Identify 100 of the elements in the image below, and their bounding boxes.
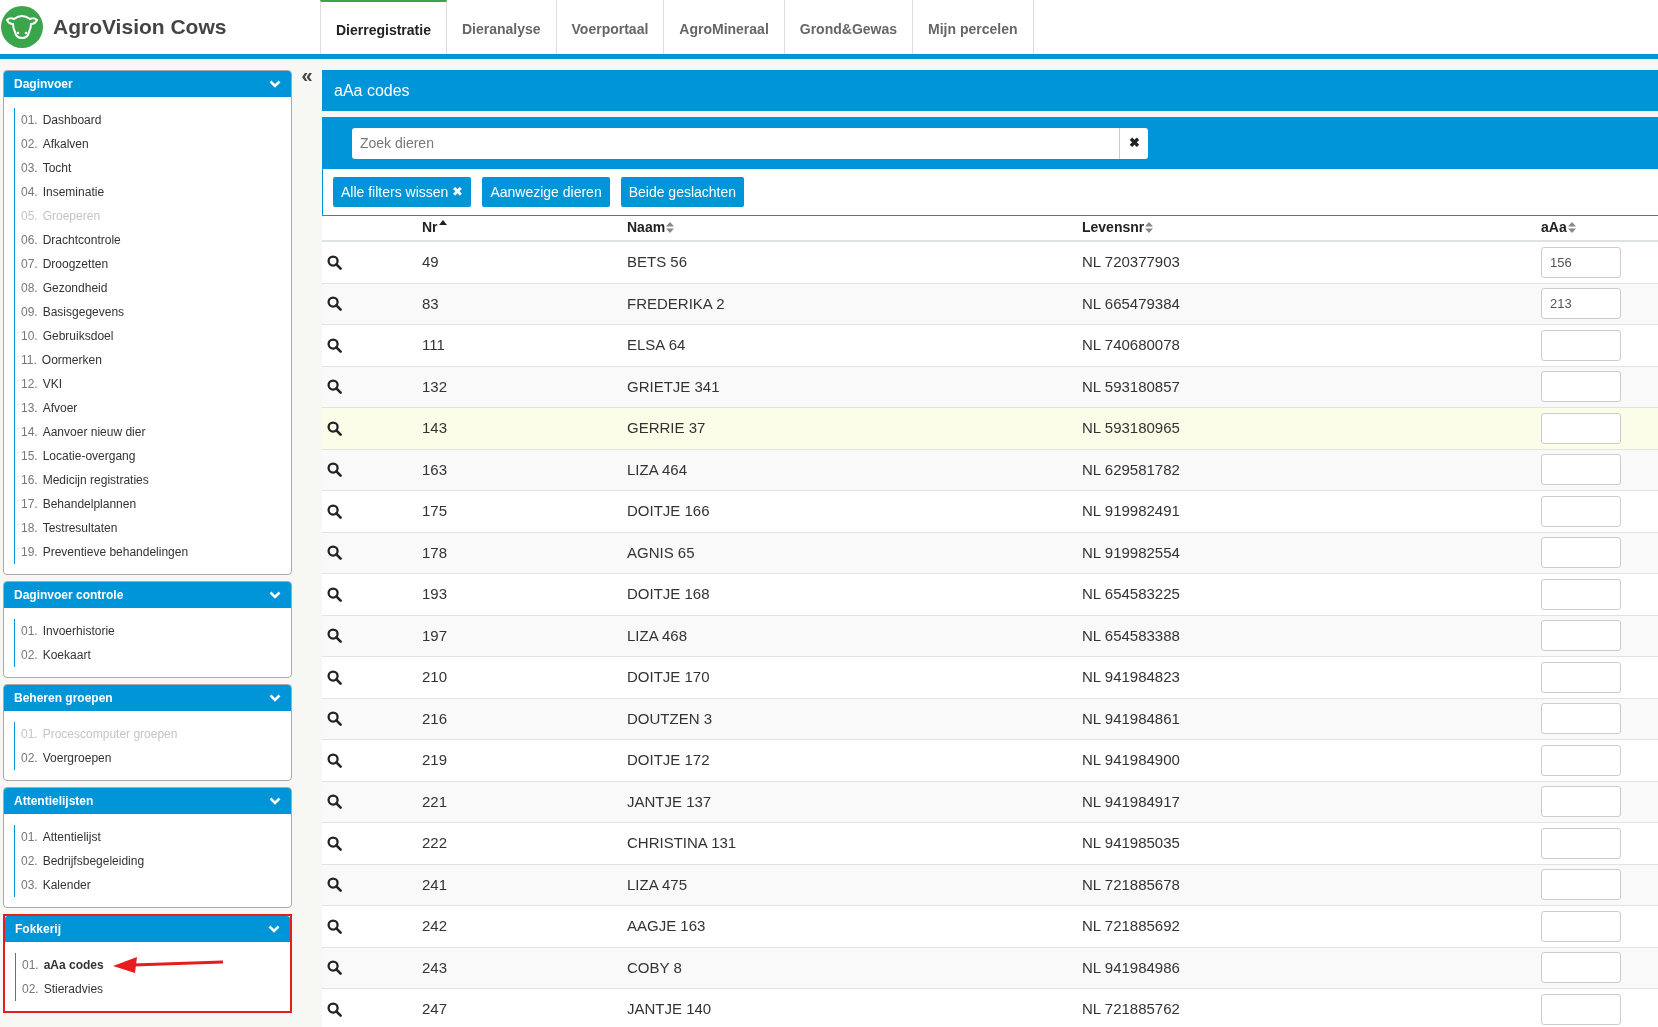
menu-link[interactable]: 02. Stieradvies: [22, 977, 104, 1001]
aaa-input[interactable]: [1541, 412, 1621, 444]
menu-link[interactable]: 02. Voergroepen: [21, 746, 112, 770]
search-icon[interactable]: [327, 711, 342, 727]
table-cell-text: LIZA 468: [627, 625, 688, 646]
table-row[interactable]: 243 COBY 8 NL 941984986: [322, 947, 1658, 989]
search-icon[interactable]: [327, 877, 342, 893]
search-icon[interactable]: [327, 1001, 342, 1017]
table-row[interactable]: 241 LIZA 475 NL 721885678: [322, 864, 1658, 906]
chevron-down-icon[interactable]: [269, 693, 281, 703]
table-row[interactable]: 132 GRIETJE 341 NL 593180857: [322, 366, 1658, 408]
menu-link[interactable]: 19. Preventieve behandelingen: [21, 540, 189, 564]
table-cell-text: 222: [422, 833, 448, 853]
search-icon[interactable]: [327, 420, 342, 436]
aaa-input[interactable]: [1541, 620, 1621, 652]
chevron-down-icon[interactable]: [268, 924, 280, 934]
search-icon[interactable]: [327, 337, 342, 353]
menu-link[interactable]: 17. Behandelplannen: [21, 492, 137, 516]
menu-link[interactable]: 08. Gezondheid: [21, 276, 108, 300]
menu-link[interactable]: 13. Afvoer: [21, 396, 78, 420]
aaa-input[interactable]: [1541, 495, 1621, 527]
menu-link[interactable]: 01. Attentielijst: [21, 825, 101, 849]
aaa-input[interactable]: [1541, 371, 1621, 403]
menu-link[interactable]: 18. Testresultaten: [21, 516, 118, 540]
menu-link[interactable]: 03. Kalender: [21, 873, 91, 897]
table-cell-text: DOITJE 166: [627, 501, 710, 521]
table-cell-text: NL 941984917: [1082, 791, 1180, 812]
table-cell-text: GERRIE 37: [627, 418, 706, 438]
menu-link[interactable]: 01. Invoerhistorie: [21, 619, 115, 643]
search-icon[interactable]: [327, 918, 342, 934]
column-header[interactable]: Levensnr: [1082, 217, 1541, 240]
aaa-input[interactable]: [1541, 827, 1621, 859]
table-row[interactable]: 221 JANTJE 137 NL 941984917: [322, 781, 1658, 823]
column-header[interactable]: aAa: [1541, 217, 1658, 240]
aaa-input[interactable]: [1541, 952, 1621, 984]
menu-link[interactable]: 07. Droogzetten: [21, 252, 109, 276]
table-cell-text: NL 654583225: [1082, 584, 1180, 604]
menu-link[interactable]: 12. VKI: [21, 372, 63, 396]
aaa-input[interactable]: [1541, 993, 1621, 1025]
search-icon[interactable]: [327, 254, 342, 270]
menu-link[interactable]: 02. Bedrijfsbegeleiding: [21, 849, 145, 873]
menu-link[interactable]: 02. Koekaart: [21, 643, 91, 667]
search-icon[interactable]: [327, 503, 342, 519]
table-row[interactable]: 216 DOUTZEN 3 NL 941984861: [322, 698, 1658, 740]
table-row[interactable]: 83 FREDERIKA 2 NL 665479384 213: [322, 283, 1658, 325]
menu-link[interactable]: 10. Gebruiksdoel: [21, 324, 114, 348]
search-icon[interactable]: [327, 794, 342, 810]
menu-link[interactable]: 09. Basisgegevens: [21, 300, 125, 324]
search-icon[interactable]: [327, 752, 342, 768]
search-field[interactable]: Zoek dieren: [352, 127, 1119, 159]
menu-link[interactable]: 02. Afkalven: [21, 132, 89, 156]
aaa-input[interactable]: [1541, 661, 1621, 693]
aaa-input[interactable]: [1541, 703, 1621, 735]
clear-search-button[interactable]: ✖: [1119, 127, 1148, 159]
search-icon[interactable]: [327, 462, 342, 478]
menu-link[interactable]: 01. Dashboard: [21, 108, 102, 132]
table-cell-text: NL 593180857: [1082, 376, 1180, 397]
table-row[interactable]: 178 AGNIS 65 NL 919982554: [322, 532, 1658, 574]
aaa-input[interactable]: [1541, 329, 1621, 361]
menu-link[interactable]: 06. Drachtcontrole: [21, 228, 121, 252]
table-cell-text: NL 721885678: [1082, 874, 1180, 895]
menu-link[interactable]: 14. Aanvoer nieuw dier: [21, 420, 146, 444]
aaa-input[interactable]: 213: [1541, 288, 1621, 320]
table-row[interactable]: 143 GERRIE 37 NL 593180965: [322, 408, 1658, 450]
table-cell-text: 197: [422, 625, 448, 646]
chevron-down-icon[interactable]: [269, 590, 281, 600]
search-icon[interactable]: [327, 586, 342, 602]
collapse-button[interactable]: «: [301, 65, 313, 83]
search-icon[interactable]: [327, 379, 342, 395]
aaa-input[interactable]: [1541, 744, 1621, 776]
search-icon[interactable]: [327, 296, 342, 312]
search-icon[interactable]: [327, 628, 342, 644]
menu-link[interactable]: 04. Inseminatie: [21, 180, 105, 204]
search-icon[interactable]: [327, 960, 342, 976]
search-icon[interactable]: [327, 545, 342, 561]
table-cell-text: 193: [422, 584, 448, 604]
table-row[interactable]: 163 LIZA 464 NL 629581782: [322, 449, 1658, 491]
column-header[interactable]: Naam: [627, 217, 1082, 240]
aaa-input[interactable]: [1541, 786, 1621, 818]
menu-link[interactable]: 15. Locatie-overgang: [21, 444, 136, 468]
aaa-input[interactable]: 156: [1541, 246, 1621, 278]
chevron-down-icon[interactable]: [269, 79, 281, 89]
panel-title: Daginvoer: [14, 76, 73, 93]
table-cell-text: DOITJE 170: [627, 667, 710, 687]
panel-title: Beheren groepen: [14, 690, 113, 707]
menu-link[interactable]: 03. Tocht: [21, 156, 72, 180]
menu-link[interactable]: 16. Medicijn registraties: [21, 468, 149, 492]
aaa-input[interactable]: [1541, 869, 1621, 901]
aaa-input[interactable]: [1541, 910, 1621, 942]
table-row[interactable]: 197 LIZA 468 NL 654583388: [322, 615, 1658, 657]
table-cell-text: 241: [422, 874, 448, 895]
column-header[interactable]: Nr: [422, 217, 627, 240]
nav-tab[interactable]: Dierregistratie: [320, 0, 447, 54]
aaa-input[interactable]: [1541, 578, 1621, 610]
search-icon[interactable]: [327, 669, 342, 685]
chevron-down-icon[interactable]: [269, 796, 281, 806]
menu-link[interactable]: 11. Oormerken: [21, 348, 102, 372]
aaa-input[interactable]: [1541, 537, 1621, 569]
search-icon[interactable]: [327, 835, 342, 851]
aaa-input[interactable]: [1541, 454, 1621, 486]
